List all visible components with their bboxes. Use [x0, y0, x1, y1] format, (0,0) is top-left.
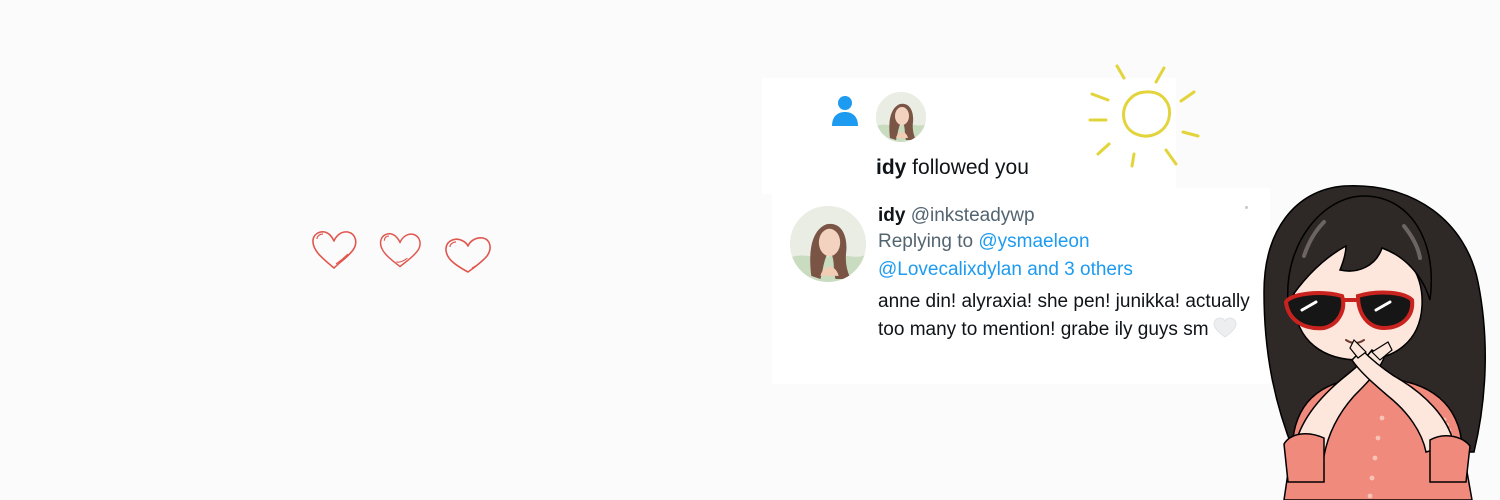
tweet-header: idy @inksteadywp	[878, 204, 1258, 228]
sun-doodle-icon	[1088, 64, 1200, 168]
author-name[interactable]: idy	[878, 205, 905, 226]
person-icon	[832, 96, 858, 126]
reply-tweet[interactable]: idy @inksteadywp Replying to @ysmaeleon …	[772, 188, 1270, 384]
mention-link[interactable]: @Lovecalixdylan and 3 others	[878, 259, 1133, 280]
heart-doodle-icon	[312, 231, 357, 269]
avatar[interactable]	[790, 206, 866, 282]
heart-doodle-icon	[379, 233, 421, 268]
author-handle[interactable]: @inksteadywp	[911, 205, 1035, 226]
tweet-text: anne din! alyraxia! she pen! junikka! ac…	[878, 288, 1258, 344]
avatar[interactable]	[876, 92, 926, 142]
chibi-character-illustration	[1263, 185, 1486, 500]
replying-to: Replying to @ysmaeleon	[878, 228, 1258, 256]
mention-link[interactable]: @ysmaeleon	[978, 231, 1089, 252]
profile-banner: idy followed you idy @inksteadywp Replyi…	[0, 0, 1500, 500]
follower-name[interactable]: idy	[876, 156, 906, 179]
avatar-illustration-icon	[790, 206, 866, 282]
replying-to-more: @Lovecalixdylan and 3 others	[878, 256, 1258, 284]
follow-action-text: followed you	[906, 156, 1029, 179]
avatar-illustration-icon	[876, 92, 926, 142]
white-heart-emoji-icon	[1213, 317, 1236, 338]
heart-doodles	[308, 226, 498, 276]
heart-doodle-icon	[445, 237, 491, 273]
tweet-body: idy @inksteadywp Replying to @ysmaeleon …	[878, 204, 1258, 344]
replying-prefix: Replying to	[878, 231, 979, 252]
tweet-text-content: anne din! alyraxia! she pen! junikka! ac…	[878, 291, 1250, 340]
follow-message: idy followed you	[876, 156, 1029, 180]
